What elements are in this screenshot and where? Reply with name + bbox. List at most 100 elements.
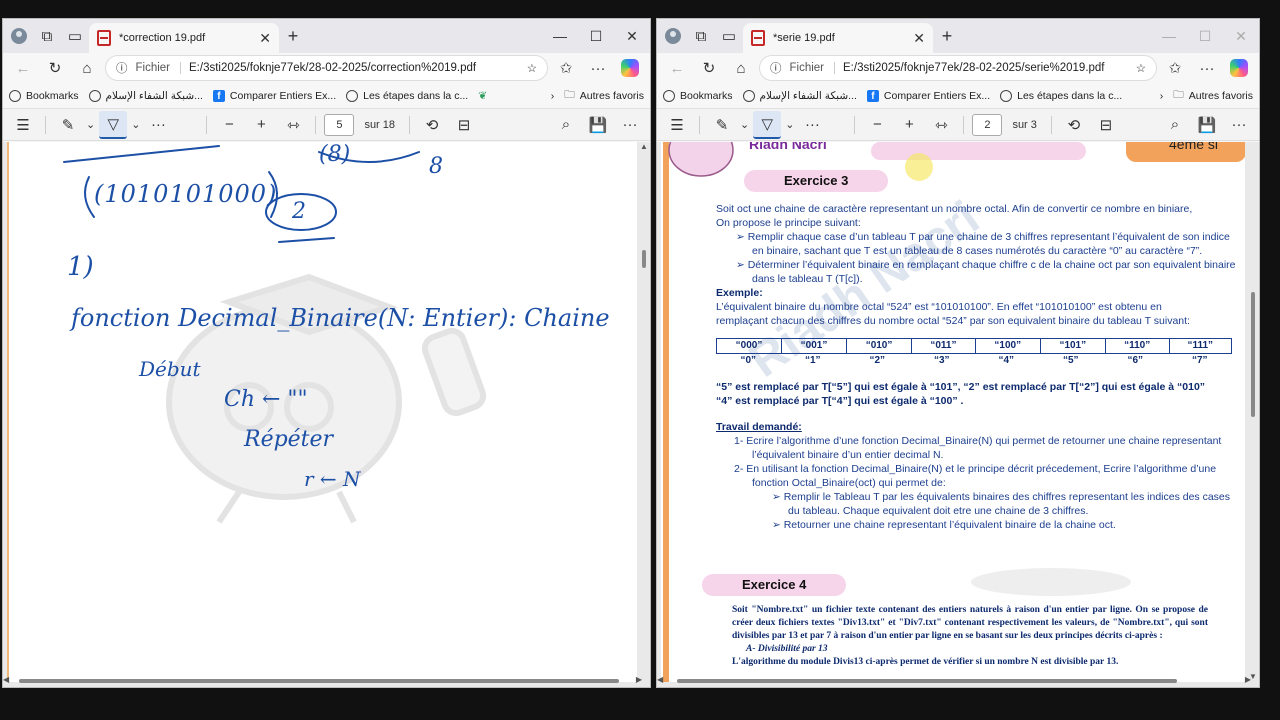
close-tab-icon[interactable]: ✕ [259, 30, 271, 47]
globe-icon [1000, 89, 1013, 102]
zoom-in-icon[interactable]: + [247, 111, 275, 139]
profile-avatar-icon[interactable] [659, 22, 687, 50]
search-icon[interactable]: ⌕ [1161, 111, 1189, 139]
page-view-icon[interactable]: ⊟ [450, 111, 478, 139]
highlight-icon[interactable]: ✎ [708, 111, 736, 139]
other-favorites[interactable]: 🗀 Autres favoris [1173, 87, 1253, 105]
bookmark-arabic[interactable]: شبكة الشفاء الإسلام... [88, 89, 203, 102]
minimize-icon[interactable]: — [1151, 22, 1187, 50]
pdf-toolbar: ☰ ✎ ⌄ ▽ ⌄ ··· − + ⇿ 2 sur 3 ⟲ ⊟ ⌕ 💾 ··· [657, 109, 1259, 141]
horizontal-scrollbar[interactable]: ◀ ▶ [3, 675, 642, 685]
exemple-label: Exemple: [716, 287, 763, 299]
info-icon[interactable]: ⓘ [770, 60, 782, 76]
rotate-icon[interactable]: ⟲ [1060, 111, 1088, 139]
home-icon[interactable]: ⌂ [727, 54, 755, 82]
exercise-3-title: Exercice 3 [744, 170, 889, 192]
favorites-icon[interactable]: ✩ [1161, 54, 1189, 82]
home-icon[interactable]: ⌂ [73, 54, 101, 82]
back-icon[interactable]: ← [9, 54, 37, 82]
window-controls: — ☐ ✕ [1151, 19, 1259, 53]
leaf-icon[interactable]: ❦ [478, 90, 487, 102]
search-icon[interactable]: ⌕ [552, 111, 580, 139]
folder-icon: 🗀 [564, 88, 575, 101]
close-window-icon[interactable]: ✕ [1223, 22, 1259, 50]
page-view-icon[interactable]: ⊟ [1092, 111, 1120, 139]
workspaces-icon[interactable]: ⧉ [687, 22, 715, 50]
url-text[interactable]: E:/3sti2025/foknje77ek/28-02-2025/correc… [189, 62, 476, 74]
bookmark-arabic[interactable]: شبكة الشفاء الإسلام... [742, 89, 857, 102]
new-tab-icon[interactable]: + [279, 22, 307, 50]
more-tools-icon[interactable]: ··· [144, 111, 172, 139]
chevron-down-icon[interactable]: ⌄ [131, 118, 140, 131]
workspaces-icon[interactable]: ⧉ [33, 22, 61, 50]
refresh-icon[interactable]: ↻ [41, 54, 69, 82]
fit-page-icon[interactable]: ⇿ [927, 111, 955, 139]
zoom-out-icon[interactable]: − [215, 111, 243, 139]
fit-page-icon[interactable]: ⇿ [279, 111, 307, 139]
tab-serie[interactable]: *serie 19.pdf ✕ [743, 23, 933, 53]
more-options-icon[interactable]: ··· [616, 111, 644, 139]
more-menu-icon[interactable]: ··· [1193, 54, 1221, 82]
new-tab-icon[interactable]: + [933, 22, 961, 50]
url-text[interactable]: E:/3sti2025/foknje77ek/28-02-2025/serie%… [843, 62, 1105, 74]
bookmark-etapes[interactable]: Les étapes dans la c... [1000, 89, 1122, 102]
intro-line-2: On propose le principe suivant: [716, 217, 861, 229]
site-icon [88, 89, 101, 102]
more-tools-icon[interactable]: ··· [798, 111, 826, 139]
highlight-icon[interactable]: ✎ [54, 111, 82, 139]
bookmark-etapes[interactable]: Les étapes dans la c... [346, 89, 468, 102]
bookmark-bookmarks[interactable]: Bookmarks [663, 89, 733, 102]
chevron-down-icon[interactable]: ⌄ [740, 118, 749, 131]
chevron-down-icon[interactable]: ⌄ [785, 118, 794, 131]
left-browser-window: ⧉ ▭ *correction 19.pdf ✕ + — ☐ ✕ ← ↻ ⌂ ⓘ… [2, 18, 651, 688]
rotate-icon[interactable]: ⟲ [418, 111, 446, 139]
more-menu-icon[interactable]: ··· [584, 54, 612, 82]
tab-actions-icon[interactable]: ▭ [61, 22, 89, 50]
contents-icon[interactable]: ☰ [663, 111, 691, 139]
tab-correction[interactable]: *correction 19.pdf ✕ [89, 23, 279, 53]
maximize-icon[interactable]: ☐ [1187, 22, 1223, 50]
zoom-in-icon[interactable]: + [895, 111, 923, 139]
other-favorites[interactable]: 🗀 Autres favoris [564, 87, 644, 105]
pdf-viewer: Riadh Nacri 4eme si Riadh Nacri Exercice… [657, 142, 1259, 687]
profile-avatar-icon[interactable] [5, 22, 33, 50]
chevron-right-icon[interactable]: › [551, 90, 555, 102]
maximize-icon[interactable]: ☐ [578, 22, 614, 50]
refresh-icon[interactable]: ↻ [695, 54, 723, 82]
page-number-input[interactable]: 5 [324, 113, 355, 136]
back-icon[interactable]: ← [663, 54, 691, 82]
zoom-out-icon[interactable]: − [863, 111, 891, 139]
vertical-scrollbar[interactable]: ▼ [1249, 142, 1257, 681]
address-bar[interactable]: ⓘ Fichier E:/3sti2025/foknje77ek/28-02-2… [105, 55, 548, 81]
bookmark-bookmarks[interactable]: Bookmarks [9, 89, 79, 102]
save-icon[interactable]: 💾 [584, 111, 612, 139]
horizontal-scrollbar[interactable]: ◀ ▶ [657, 675, 1251, 685]
draw-icon[interactable]: ▽ [753, 110, 782, 139]
draw-icon[interactable]: ▽ [99, 110, 128, 139]
chevron-right-icon[interactable]: › [1160, 90, 1164, 102]
address-bar[interactable]: ⓘ Fichier E:/3sti2025/foknje77ek/28-02-2… [759, 55, 1157, 81]
bookmark-comparer[interactable]: f Comparer Entiers Ex... [212, 89, 336, 102]
copilot-icon[interactable] [1225, 54, 1253, 82]
favorite-star-icon[interactable]: ☆ [527, 61, 537, 75]
close-window-icon[interactable]: ✕ [614, 22, 650, 50]
facebook-icon: f [866, 89, 879, 102]
save-icon[interactable]: 💾 [1193, 111, 1221, 139]
bookmark-comparer[interactable]: f Comparer Entiers Ex... [866, 89, 990, 102]
copilot-icon[interactable] [616, 54, 644, 82]
tab-actions-icon[interactable]: ▭ [715, 22, 743, 50]
chevron-down-icon[interactable]: ⌄ [86, 118, 95, 131]
globe-icon [346, 89, 359, 102]
info-icon[interactable]: ⓘ [116, 60, 128, 76]
exercise-3-body: Soit oct une chaine de caractère represe… [715, 202, 1236, 532]
page-number-input[interactable]: 2 [972, 113, 1003, 136]
minimize-icon[interactable]: — [542, 22, 578, 50]
contents-icon[interactable]: ☰ [9, 111, 37, 139]
favorite-star-icon[interactable]: ☆ [1136, 61, 1146, 75]
vertical-scrollbar[interactable]: ▲ [640, 142, 648, 673]
task-2b: ➢ Retourner une chaine representant l’éq… [772, 519, 1116, 531]
favorites-icon[interactable]: ✩ [552, 54, 580, 82]
more-options-icon[interactable]: ··· [1225, 111, 1253, 139]
bullet-1: ➢ Remplir chaque case d’un tableau T par… [736, 231, 1230, 257]
close-tab-icon[interactable]: ✕ [913, 30, 925, 47]
